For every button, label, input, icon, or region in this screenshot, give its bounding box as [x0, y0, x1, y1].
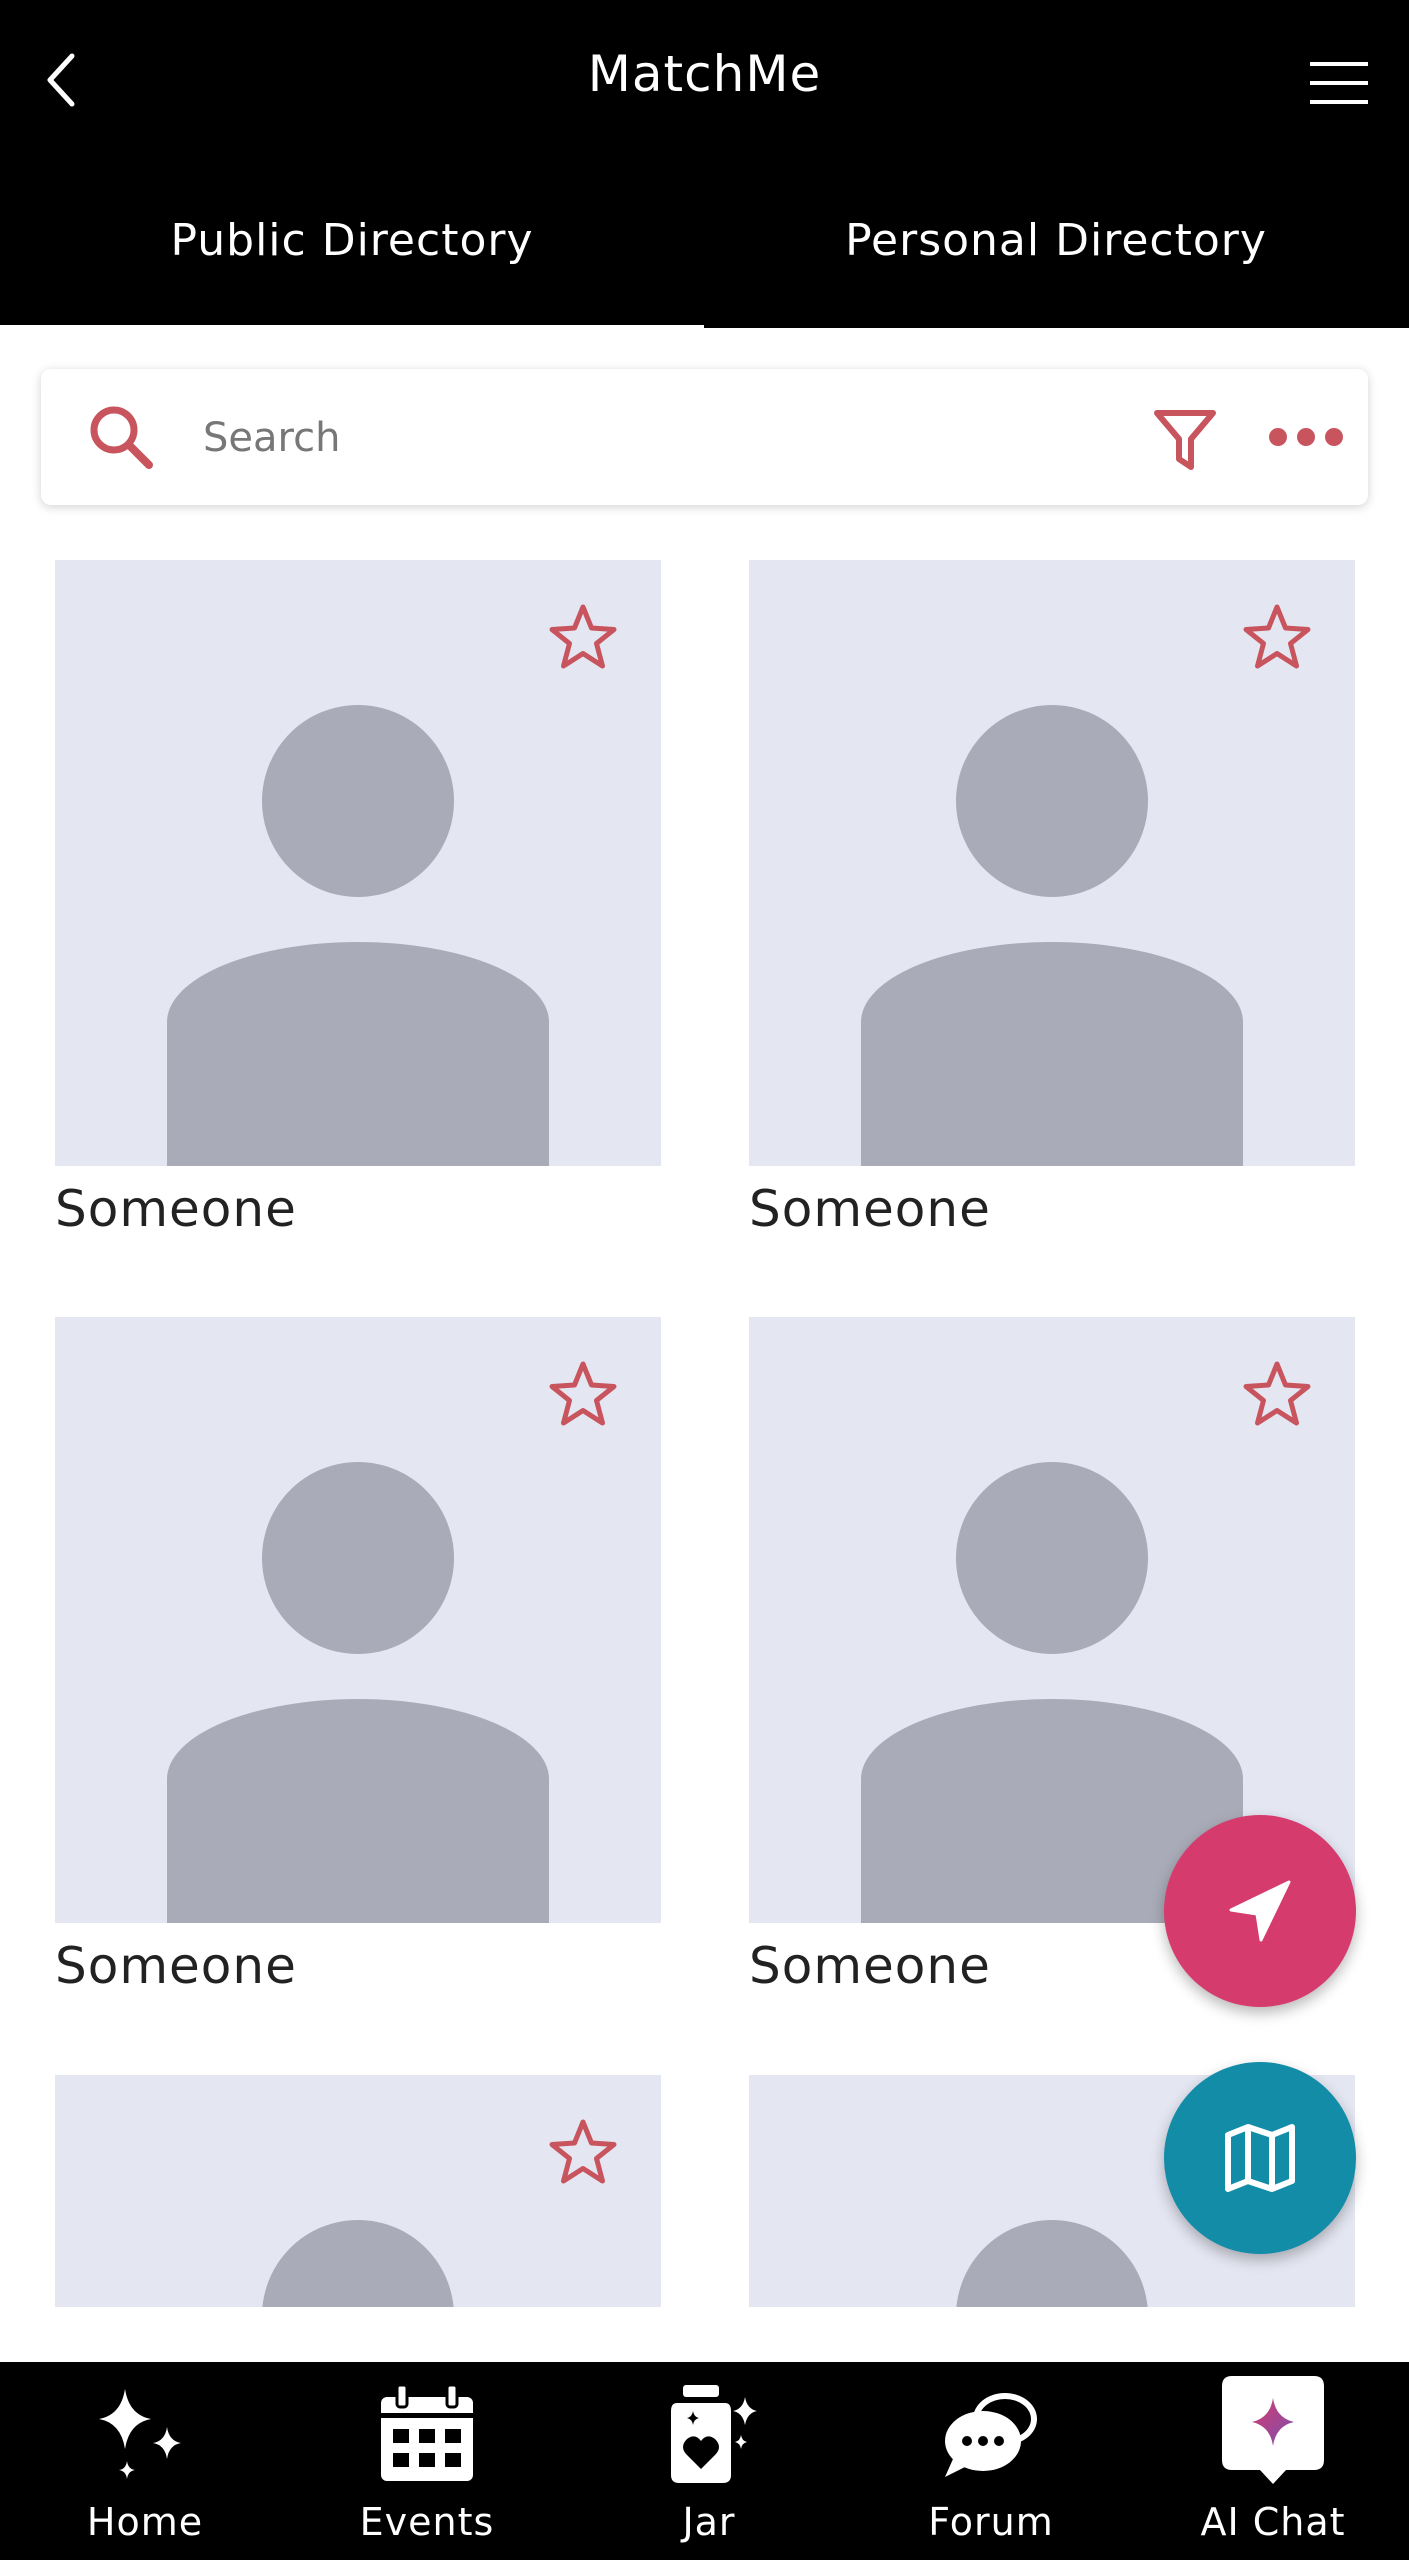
tab-public-directory[interactable]: Public Directory: [0, 190, 704, 325]
nav-ai-chat[interactable]: AI Chat: [1132, 2362, 1409, 2560]
star-outline-icon[interactable]: [547, 602, 619, 674]
menu-button[interactable]: [1299, 45, 1379, 120]
tab-indicator: [704, 318, 1409, 328]
tab-label: Public Directory: [170, 215, 534, 266]
nav-events[interactable]: Events: [286, 2362, 568, 2560]
profile-photo-placeholder: [55, 2075, 661, 2307]
top-bar: MatchMe Public Directory Personal Direct…: [0, 0, 1409, 328]
star-outline-icon[interactable]: [1241, 602, 1313, 674]
avatar-body: [861, 942, 1243, 1166]
app-title: MatchMe: [587, 45, 822, 103]
star-outline-icon[interactable]: [1241, 1359, 1313, 1431]
nav-label: Jar: [682, 2500, 736, 2544]
profile-photo-placeholder: [55, 1317, 661, 1923]
nav-label: Forum: [928, 2500, 1054, 2544]
avatar-body: [167, 1699, 549, 1923]
avatar-head: [262, 705, 454, 897]
profile-photo-placeholder: [749, 560, 1355, 1166]
avatar-head: [262, 1462, 454, 1654]
sparkles-icon: [99, 2389, 181, 2479]
nav-home[interactable]: Home: [4, 2362, 286, 2560]
avatar-body: [167, 942, 549, 1166]
nav-label: Home: [86, 2500, 204, 2544]
map-icon: [1225, 2124, 1295, 2192]
profile-name: Someone: [55, 1937, 297, 1995]
profile-photo-placeholder: [55, 560, 661, 1166]
calendar-icon: [381, 2383, 473, 2481]
more-horizontal-icon[interactable]: [1266, 417, 1346, 457]
jar-heart-icon: [671, 2385, 757, 2483]
avatar-head: [956, 705, 1148, 897]
ai-chat-icon: [1222, 2376, 1324, 2484]
tab-personal-directory[interactable]: Personal Directory: [704, 190, 1408, 325]
profile-name: Someone: [749, 1937, 991, 1995]
profile-name: Someone: [55, 1180, 297, 1238]
send-location-button[interactable]: [1164, 1815, 1356, 2007]
nav-label: Events: [359, 2500, 495, 2544]
search-bar: [41, 369, 1368, 505]
filter-icon[interactable]: [1151, 405, 1219, 473]
avatar-head: [956, 1462, 1148, 1654]
nav-forum[interactable]: Forum: [850, 2362, 1132, 2560]
tab-label: Personal Directory: [845, 215, 1267, 266]
star-outline-icon[interactable]: [547, 2117, 619, 2189]
send-navigation-icon: [1229, 1880, 1291, 1942]
search-icon[interactable]: [86, 402, 156, 472]
nav-label: AI Chat: [1200, 2500, 1346, 2544]
bottom-navigation: Home Events Jar Forum AI Chat: [0, 2362, 1409, 2560]
nav-jar[interactable]: Jar: [568, 2362, 850, 2560]
avatar-head: [262, 2220, 454, 2307]
hamburger-menu-icon: [1310, 61, 1368, 104]
profile-name: Someone: [749, 1180, 991, 1238]
avatar-head: [956, 2220, 1148, 2307]
star-outline-icon[interactable]: [547, 1359, 619, 1431]
map-view-button[interactable]: [1164, 2062, 1356, 2254]
search-input[interactable]: [201, 399, 1155, 477]
chat-bubbles-icon: [945, 2393, 1037, 2477]
